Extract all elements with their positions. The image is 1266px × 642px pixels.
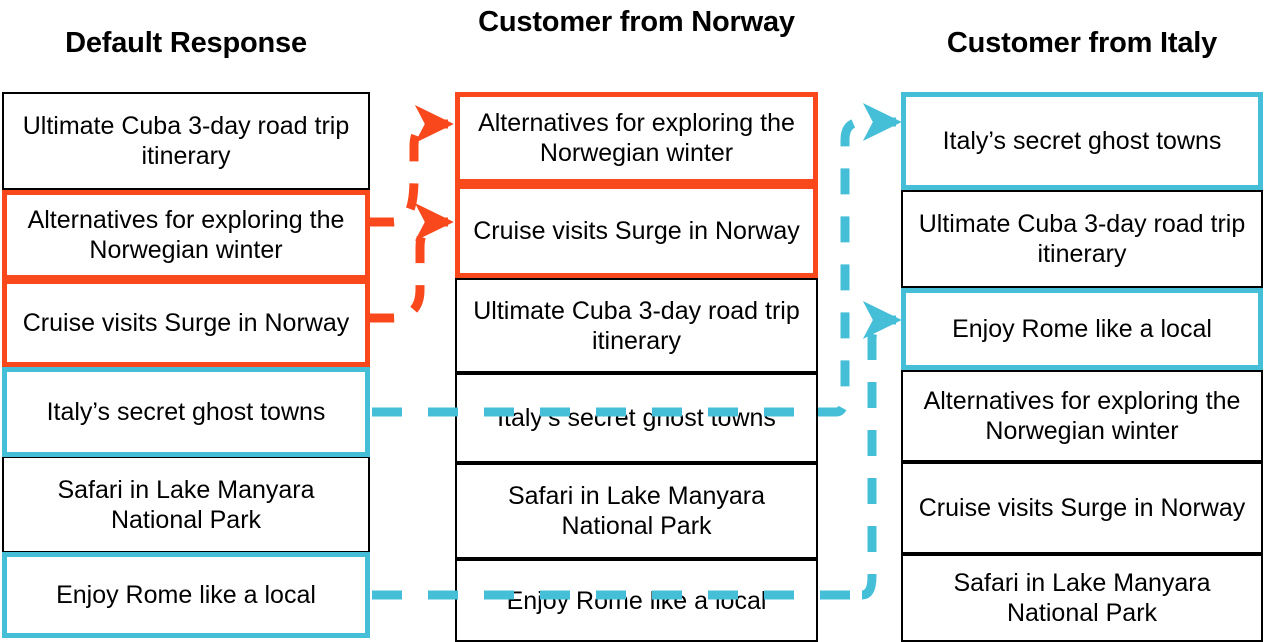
list-item-label: Safari in Lake Manyara National Park xyxy=(953,569,1211,627)
list-item[interactable]: Enjoy Rome like a local xyxy=(901,288,1263,370)
list-item-label: Italy’s secret ghost towns xyxy=(497,404,776,432)
column-title-customer-from-norway: Customer from Norway xyxy=(478,6,795,38)
list-item[interactable]: Enjoy Rome like a local xyxy=(455,559,818,642)
connector-orange-cruise xyxy=(368,202,454,323)
diagram-canvas: Default Response Ultimate Cuba 3-day roa… xyxy=(0,0,1266,642)
list-item-label: Safari in Lake Manyara National Park xyxy=(507,482,766,540)
list-item-label: Alternatives for exploring the Norwegian… xyxy=(923,387,1241,445)
list-item[interactable]: Ultimate Cuba 3-day road trip itinerary xyxy=(2,92,370,190)
list-item-label: Ultimate Cuba 3-day road trip itinerary xyxy=(918,210,1246,268)
list-item-label: Cruise visits Surge in Norway xyxy=(22,309,350,337)
connector-orange-alternatives xyxy=(368,104,454,227)
list-item[interactable]: Ultimate Cuba 3-day road trip itinerary xyxy=(455,278,818,373)
list-item-label: Italy’s secret ghost towns xyxy=(942,127,1222,155)
list-item[interactable]: Alternatives for exploring the Norwegian… xyxy=(901,370,1263,462)
list-item-label: Ultimate Cuba 3-day road trip itinerary xyxy=(473,296,800,355)
list-item-label: Cruise visits Surge in Norway xyxy=(918,494,1246,522)
list-item[interactable]: Safari in Lake Manyara National Park xyxy=(901,554,1263,642)
list-item[interactable]: Enjoy Rome like a local xyxy=(2,552,370,638)
list-item-label: Safari in Lake Manyara National Park xyxy=(57,475,315,534)
list-item[interactable]: Italy’s secret ghost towns xyxy=(2,367,370,457)
connector-cyan-rome-col2-col3 xyxy=(861,300,902,600)
list-item[interactable]: Safari in Lake Manyara National Park xyxy=(2,456,370,553)
list-item-label: Enjoy Rome like a local xyxy=(56,581,316,609)
list-item-label: Alternatives for exploring the Norwegian… xyxy=(478,109,795,167)
list-item-label: Alternatives for exploring the Norwegian… xyxy=(27,206,345,264)
list-item[interactable]: Cruise visits Surge in Norway xyxy=(455,184,818,278)
list-item-label: Cruise visits Surge in Norway xyxy=(473,217,800,245)
list-item[interactable]: Ultimate Cuba 3-day road trip itinerary xyxy=(901,190,1263,288)
list-item-label: Italy’s secret ghost towns xyxy=(46,398,326,426)
list-item-label: Ultimate Cuba 3-day road trip itinerary xyxy=(22,112,350,170)
list-item[interactable]: Alternatives for exploring the Norwegian… xyxy=(2,190,370,280)
list-item-label: Enjoy Rome like a local xyxy=(506,586,767,615)
list-item-label: Enjoy Rome like a local xyxy=(952,315,1212,343)
column-title-customer-from-italy: Customer from Italy xyxy=(946,27,1218,59)
list-item[interactable]: Italy’s secret ghost towns xyxy=(455,373,818,463)
list-item[interactable]: Cruise visits Surge in Norway xyxy=(2,279,370,367)
list-item[interactable]: Italy’s secret ghost towns xyxy=(901,92,1263,190)
list-item[interactable]: Alternatives for exploring the Norwegian… xyxy=(455,92,818,184)
connector-cyan-italy-col2-col3 xyxy=(818,102,902,417)
list-item[interactable]: Safari in Lake Manyara National Park xyxy=(455,463,818,559)
column-title-default-response: Default Response xyxy=(65,27,307,59)
list-item[interactable]: Cruise visits Surge in Norway xyxy=(901,462,1263,554)
